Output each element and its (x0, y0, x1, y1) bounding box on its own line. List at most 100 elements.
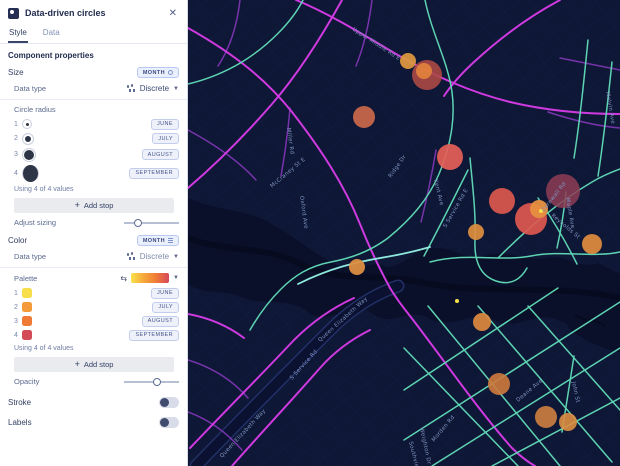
palette-gradient-swatch[interactable] (131, 273, 170, 283)
panel-tabs: Style Data (0, 26, 187, 44)
stop-index: 2 (14, 135, 18, 142)
color-stop-row: 2 JULY (0, 300, 187, 314)
field-type-icon (168, 238, 173, 243)
month-chip[interactable]: SEPTEMBER (129, 329, 179, 341)
map-data-circle (473, 313, 491, 331)
stop-index: 1 (14, 289, 18, 297)
map-data-circle (535, 406, 557, 428)
stop-index: 1 (14, 120, 18, 128)
palette-label: Palette (14, 273, 38, 283)
map-data-circle (349, 259, 365, 275)
month-chip[interactable]: AUGUST (141, 315, 179, 327)
month-chip[interactable]: AUGUST (141, 149, 179, 160)
color-swatch[interactable] (22, 288, 32, 298)
slider-handle[interactable] (133, 218, 142, 227)
color-stop-row: 3 AUGUST (0, 314, 187, 328)
chevron-down-icon: ▼ (173, 253, 179, 260)
color-add-stop-button[interactable]: + Add stop (14, 357, 174, 372)
radius-preview[interactable] (22, 119, 32, 129)
color-label: Color (8, 236, 28, 245)
map-data-circle (489, 188, 515, 214)
labels-toggle[interactable] (159, 417, 179, 428)
radius-preview[interactable] (22, 132, 34, 145)
adjust-sizing-row: Adjust sizing (0, 215, 187, 230)
color-data-type-row: Data type Discrete ▼ (0, 249, 187, 264)
discrete-icon (126, 252, 136, 261)
component-properties-heading: Component properties (8, 51, 94, 60)
component-icon (8, 7, 19, 19)
labels-label: Labels (8, 418, 32, 427)
color-swatch[interactable] (22, 316, 32, 326)
divider (0, 99, 187, 100)
month-chip[interactable]: SEPTEMBER (129, 167, 179, 179)
map-data-circle (488, 373, 510, 395)
stop-index: 3 (14, 317, 18, 325)
opacity-row: Opacity (0, 374, 187, 389)
discrete-icon (126, 84, 136, 93)
size-data-type-dropdown[interactable]: Discrete ▼ (126, 84, 179, 93)
panel-header: Data-driven circles ✕ (0, 0, 187, 26)
radius-preview[interactable] (22, 147, 36, 162)
size-stop-row: 2 JULY (0, 131, 187, 146)
color-usage-note: Using 4 of 4 values (14, 345, 74, 352)
palette-row: Palette ⇆ ▼ (0, 270, 187, 286)
plus-icon: + (74, 200, 80, 210)
labels-row: Labels (0, 414, 187, 431)
map-data-circle (400, 53, 416, 69)
color-swatch[interactable] (22, 330, 32, 340)
stroke-label: Stroke (8, 398, 32, 407)
color-data-type-dropdown[interactable]: Discrete ▼ (126, 252, 179, 261)
size-data-type-label: Data type (14, 84, 47, 93)
stroke-toggle[interactable] (159, 397, 179, 408)
radius-preview[interactable] (22, 164, 39, 182)
size-stop-row: 1 JUNE (0, 117, 187, 131)
color-field-chip[interactable]: MONTH (136, 235, 179, 246)
circle-radius-label: Circle radius (14, 105, 56, 114)
color-swatch[interactable] (22, 302, 32, 312)
chevron-down-icon: ▼ (173, 85, 179, 92)
map-data-circle (582, 234, 602, 254)
slider-handle[interactable] (153, 377, 161, 386)
stop-index: 3 (14, 151, 18, 158)
divider (0, 267, 187, 268)
adjust-sizing-slider[interactable] (124, 218, 179, 227)
map-data-circle (455, 299, 459, 303)
field-info-icon (168, 70, 173, 75)
map-data-circle (353, 106, 375, 128)
map-data-circle (437, 144, 463, 170)
adjust-sizing-label: Adjust sizing (14, 218, 57, 227)
month-chip[interactable]: JUNE (151, 118, 179, 130)
size-field-chip[interactable]: MONTH (136, 67, 179, 78)
tab-data[interactable]: Data (42, 26, 61, 43)
size-add-stop-button[interactable]: + Add stop (14, 198, 174, 213)
chevron-down-icon[interactable]: ▼ (173, 275, 179, 281)
size-stops-list: 1 JUNE 2 JULY 3 AUGUST 4 SEPTEMBER (0, 117, 187, 183)
color-data-type-label: Data type (14, 252, 47, 261)
opacity-slider[interactable] (124, 377, 179, 386)
plus-icon: + (74, 359, 80, 369)
circle-radius-label-row: Circle radius (0, 102, 187, 117)
map-data-circle (468, 224, 484, 240)
stop-index: 4 (14, 331, 18, 339)
opacity-label: Opacity (14, 377, 40, 386)
size-row: Size MONTH (0, 64, 187, 81)
size-label: Size (8, 68, 24, 77)
close-icon[interactable]: ✕ (167, 6, 179, 21)
style-panel: Data-driven circles ✕ Style Data Compone… (0, 0, 188, 466)
stop-index: 2 (14, 303, 18, 311)
color-stop-row: 1 JUNE (0, 286, 187, 300)
color-row: Color MONTH (0, 232, 187, 249)
tab-style[interactable]: Style (8, 26, 28, 43)
map-data-circle (416, 63, 432, 79)
color-stops-list: 1 JUNE 2 JULY 3 AUGUST 4 SEPTEMBER (0, 286, 187, 342)
month-chip[interactable]: JULY (152, 133, 179, 144)
stop-index: 4 (14, 169, 18, 177)
map-data-circle (559, 413, 577, 431)
month-chip[interactable]: JULY (152, 301, 179, 313)
size-usage-note: Using 4 of 4 values (14, 186, 74, 193)
size-data-type-row: Data type Discrete ▼ (0, 81, 187, 96)
reverse-palette-icon[interactable]: ⇆ (120, 274, 127, 283)
month-chip[interactable]: JUNE (151, 287, 179, 299)
map-canvas[interactable]: Upper Middle Rd E Miller Rd McCraney St EO… (188, 0, 620, 466)
size-stop-row: 4 SEPTEMBER (0, 163, 187, 183)
